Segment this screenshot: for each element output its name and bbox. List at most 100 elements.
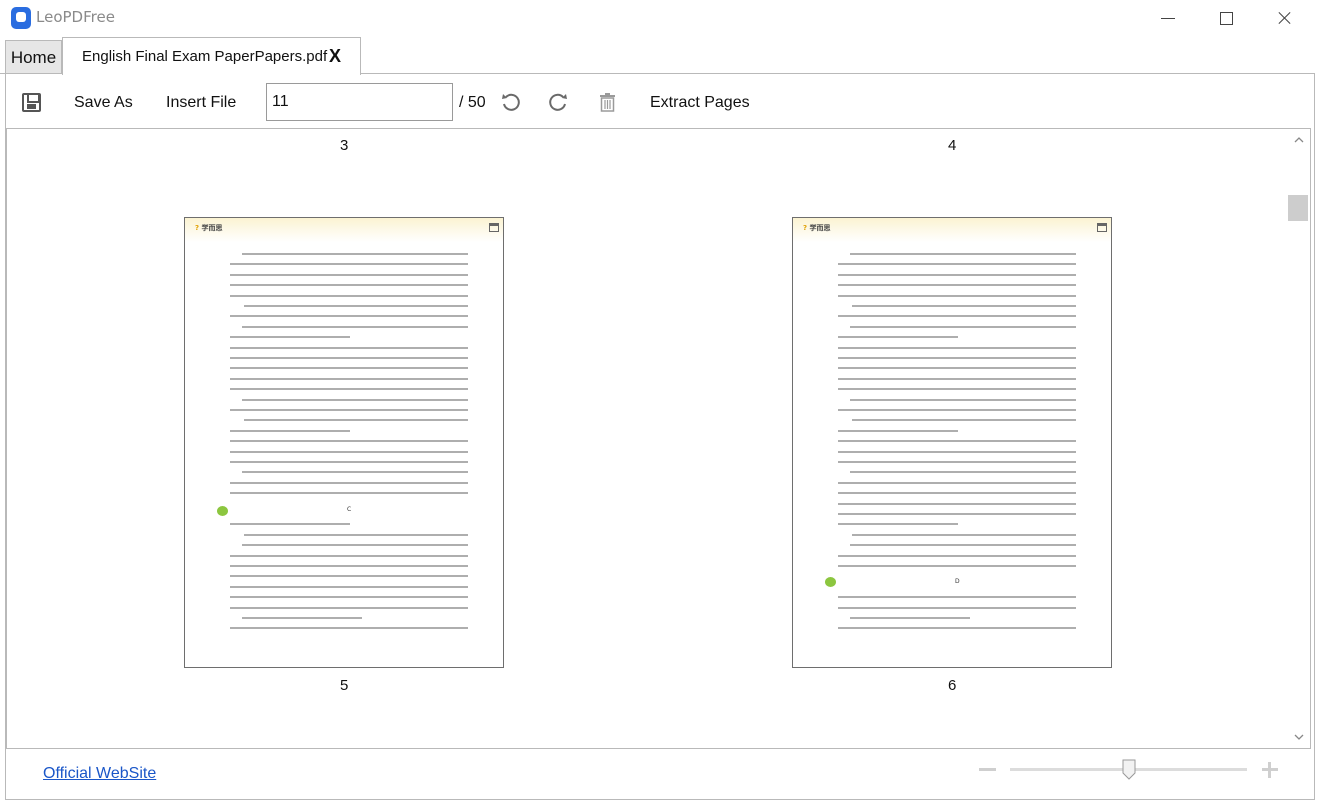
app-logo-icon [11, 7, 31, 29]
thumbnail-text-line [230, 429, 350, 432]
thumbnail-text-line [230, 481, 468, 484]
thumbnail-header [185, 218, 503, 242]
extract-pages-button[interactable]: Extract Pages [650, 94, 750, 112]
thumbnail-text-line [850, 253, 1076, 255]
section-badge [825, 577, 836, 587]
thumbnail-text-line [242, 471, 468, 474]
thumbnail-text-line [838, 377, 1076, 380]
thumbnail-text-line [230, 284, 468, 287]
thumbnail-text-line [838, 367, 1076, 370]
thumbnail-text-line [838, 263, 1076, 266]
thumbnail-text-line [838, 284, 1076, 287]
thumbnail-text-line [850, 325, 1076, 328]
thumbnail-text-line [838, 627, 1076, 630]
thumbnail-text-line [838, 461, 1076, 463]
thumbnail-text-line [230, 315, 468, 318]
thumbnail-text-line [838, 409, 1076, 411]
scroll-thumb[interactable] [1288, 195, 1308, 221]
rotate-left-icon[interactable] [500, 91, 522, 113]
thumbnail-text-line [850, 617, 970, 619]
official-website-link[interactable]: Official WebSite [43, 765, 156, 783]
thumbnail-text-line [230, 409, 468, 411]
page-thumbnail-6[interactable]: ? 学而思 D [792, 217, 1112, 668]
thumbnail-text-line [838, 450, 1076, 453]
page-viewer[interactable]: 3 4 ? 学而思 C 5 ? 学而思 D 6 [6, 128, 1311, 749]
thumbnail-text-line [242, 398, 468, 401]
thumbnail-text-line [838, 294, 1076, 297]
thumbnail-text-line [838, 315, 1076, 318]
section-badge [217, 506, 228, 516]
thumbnail-brand: ? 学而思 [195, 224, 223, 232]
thumbnail-text-line [230, 606, 468, 609]
tab-document-label: English Final Exam PaperPapers.pdf [82, 48, 328, 65]
thumbnail-text-line [230, 565, 468, 567]
app-title: LeoPDFree [36, 8, 115, 26]
zoom-slider-handle[interactable] [1122, 759, 1136, 780]
tab-document[interactable]: English Final Exam PaperPapers.pdf X [62, 37, 361, 75]
thumbnail-text-line [230, 585, 468, 588]
save-as-button[interactable]: Save As [74, 94, 133, 112]
page-total-label: / 50 [459, 94, 486, 111]
app-window: LeoPDFree Home English Final Exam PaperP… [0, 0, 1317, 806]
thumbnail-header [793, 218, 1111, 242]
thumbnail-text-line [838, 513, 1076, 515]
thumbnail-text-line [850, 544, 1076, 547]
thumbnail-text-line [838, 606, 1076, 609]
delete-page-icon[interactable] [599, 93, 616, 112]
thumbnail-text-line [838, 273, 1076, 276]
thumbnail-text-line [244, 533, 468, 536]
thumbnail-text-line [838, 523, 958, 526]
zoom-out-icon[interactable] [979, 768, 996, 771]
thumbnail-text-line [838, 346, 1076, 349]
page-number-input[interactable] [266, 83, 453, 121]
scroll-up-icon[interactable] [1294, 135, 1304, 145]
vertical-scrollbar[interactable] [1288, 129, 1310, 748]
thumbnail-text-line [230, 575, 468, 578]
thumbnail-text-line [230, 450, 468, 453]
thumbnail-text-line [838, 481, 1076, 484]
tab-home[interactable]: Home [5, 40, 62, 74]
page-label-3: 3 [340, 137, 349, 154]
thumbnail-text-line [852, 305, 1076, 307]
scroll-down-icon[interactable] [1294, 732, 1304, 742]
thumbnail-text-line [244, 419, 468, 422]
section-letter: C [347, 506, 352, 513]
thumbnail-text-line [230, 273, 468, 276]
save-icon[interactable] [22, 93, 41, 112]
page-label-6: 6 [948, 677, 957, 694]
page-label-5: 5 [340, 677, 349, 694]
maximize-button[interactable] [1215, 8, 1237, 28]
thumbnail-text-line [838, 502, 1076, 505]
thumbnail-text-line [230, 461, 468, 463]
thumbnail-text-line [230, 367, 468, 370]
thumbnail-text-line [230, 294, 468, 297]
insert-file-button[interactable]: Insert File [166, 94, 236, 112]
thumbnail-text-line [230, 263, 468, 266]
thumbnail-text-line [242, 544, 468, 547]
tab-close-button[interactable]: X [329, 46, 341, 67]
thumbnail-text-line [230, 388, 468, 391]
thumbnail-text-line [230, 627, 468, 630]
thumbnail-text-line [230, 492, 468, 495]
page-thumbnail-5[interactable]: ? 学而思 C [184, 217, 504, 668]
thumbnail-text-line [838, 357, 1076, 359]
thumbnail-text-line [838, 596, 1076, 599]
thumbnail-text-line [242, 617, 362, 619]
school-icon [1097, 223, 1107, 232]
thumbnail-text-line [230, 596, 468, 599]
thumbnail-text-line [838, 565, 1076, 567]
zoom-in-icon[interactable] [1262, 762, 1278, 778]
thumbnail-text-line [230, 377, 468, 380]
thumbnail-text-line [230, 440, 468, 443]
school-icon [489, 223, 499, 232]
thumbnail-brand: ? 学而思 [803, 224, 831, 232]
thumbnail-text-line [850, 398, 1076, 401]
thumbnail-text-line [838, 440, 1076, 443]
rotate-right-icon[interactable] [547, 91, 569, 113]
thumbnail-text-line [838, 429, 958, 432]
close-window-button[interactable] [1274, 8, 1296, 28]
minimize-button[interactable] [1157, 8, 1179, 28]
window-bottom-border [5, 799, 1315, 800]
thumbnail-text-line [852, 419, 1076, 422]
thumbnail-text-line [242, 253, 468, 255]
